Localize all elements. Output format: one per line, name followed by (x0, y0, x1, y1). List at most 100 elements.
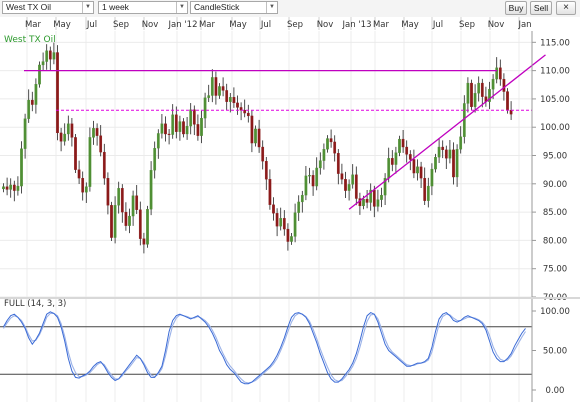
interval-select[interactable]: 1 week ▼ (98, 1, 188, 14)
candle-body (228, 97, 232, 102)
candle-body (351, 174, 355, 185)
price-tick-label: 95.00 (543, 152, 567, 162)
candle-body (52, 52, 56, 60)
chart-type-select[interactable]: CandleStick ▼ (190, 1, 278, 14)
candle-body (452, 149, 455, 178)
candle-body (470, 82, 473, 107)
candle-body (88, 137, 92, 187)
stochastic-tick-label: 0.00 (546, 386, 565, 396)
candle-body (34, 84, 38, 105)
candle-body (455, 149, 459, 178)
candle-body (340, 173, 344, 180)
candle-body (218, 86, 221, 96)
candle-body (502, 78, 506, 92)
candle-body (84, 186, 88, 193)
candle-body (200, 118, 203, 136)
candle-body (77, 169, 81, 179)
candle-body (448, 149, 452, 159)
candle-body (117, 188, 121, 206)
candle-body (426, 185, 430, 201)
candle-body (416, 166, 419, 174)
candle-body (257, 128, 261, 148)
chart: Mar May Jul Sep Nov Jan '12 Mar May Jul Sep Nov Jan… (0, 17, 580, 402)
stochastic-grid (0, 299, 532, 402)
time-tick-label: May (53, 20, 71, 30)
candle-body (347, 184, 351, 191)
buy-button[interactable]: Buy (505, 1, 527, 15)
candle-body (498, 67, 502, 80)
candle-body (326, 138, 329, 150)
candle-body (182, 121, 185, 135)
candle-body (178, 121, 182, 132)
candle-body (480, 82, 484, 97)
time-tick-label: Mar (373, 20, 390, 30)
candle-body (185, 125, 189, 135)
candle-body (131, 195, 135, 217)
candle-body (412, 159, 416, 174)
candle-body (156, 133, 160, 149)
candle-body (135, 195, 139, 210)
candle-body (48, 50, 52, 60)
price-tick-label: 110.00 (540, 67, 570, 77)
time-tick-label: Jan (517, 20, 531, 30)
candle-body (495, 67, 499, 80)
candle-body (311, 175, 315, 187)
stochastic-axis: 100.00 50.00 0.00 (531, 299, 570, 402)
time-tick-label: Jul (260, 20, 271, 30)
price-tick-label: 100.00 (540, 123, 570, 133)
candle-body (171, 114, 175, 135)
candle-body (322, 149, 326, 161)
candle-body (430, 168, 434, 187)
candle-body (275, 213, 279, 227)
candle-body (387, 158, 391, 179)
candle-body (27, 99, 31, 119)
candle-body (293, 212, 297, 237)
candle-body (318, 160, 322, 169)
candle-body (362, 198, 365, 207)
time-tick-label: Jul (432, 20, 443, 30)
candle-body (459, 136, 463, 150)
candle-body (63, 133, 67, 142)
candle-body (286, 228, 290, 242)
candle-body (5, 186, 9, 190)
candle-body (124, 211, 128, 226)
candle-body (214, 77, 218, 96)
candle-body (120, 188, 124, 213)
time-tick-label: May (229, 20, 247, 30)
candle-body (264, 161, 268, 180)
chevron-down-icon: ▼ (266, 2, 277, 13)
time-tick-label: Nov (488, 20, 505, 30)
stochastic-signal-line (3, 312, 526, 384)
price-tick-label: 115.00 (540, 38, 570, 48)
candle-body (300, 194, 304, 203)
candle-body (164, 123, 167, 135)
time-tick-label: Jan '12 (168, 20, 198, 30)
candle-body (221, 86, 225, 91)
candle-body (146, 209, 149, 245)
sell-button[interactable]: Sell (530, 1, 552, 15)
candle-body (192, 109, 196, 125)
candle-body (254, 128, 257, 144)
candle-body (102, 151, 106, 179)
stochastic-tick-label: 100.00 (540, 307, 570, 317)
candle-body (423, 177, 427, 201)
interval-value: 1 week (102, 2, 129, 12)
candle-body (59, 132, 63, 142)
candle-body (23, 118, 27, 149)
price-tick-label: 105.00 (540, 95, 570, 105)
close-button[interactable]: × (556, 1, 576, 15)
symbol-select[interactable]: West TX Oil ▼ (2, 1, 94, 14)
candle-body (110, 205, 113, 238)
candle-body (153, 148, 157, 171)
candle-body (279, 218, 283, 227)
candle-body (106, 177, 110, 206)
candle-body (92, 128, 95, 138)
candle-body (444, 149, 448, 159)
stochastic-lines (3, 311, 526, 385)
candle-body (268, 179, 272, 205)
stochastic-title: FULL (14, 3, 3) (4, 299, 66, 309)
candle-body (174, 114, 178, 132)
time-tick-label: Sep (459, 20, 475, 30)
time-tick-label: Jan '13 (342, 20, 372, 30)
candle-body (297, 201, 301, 213)
